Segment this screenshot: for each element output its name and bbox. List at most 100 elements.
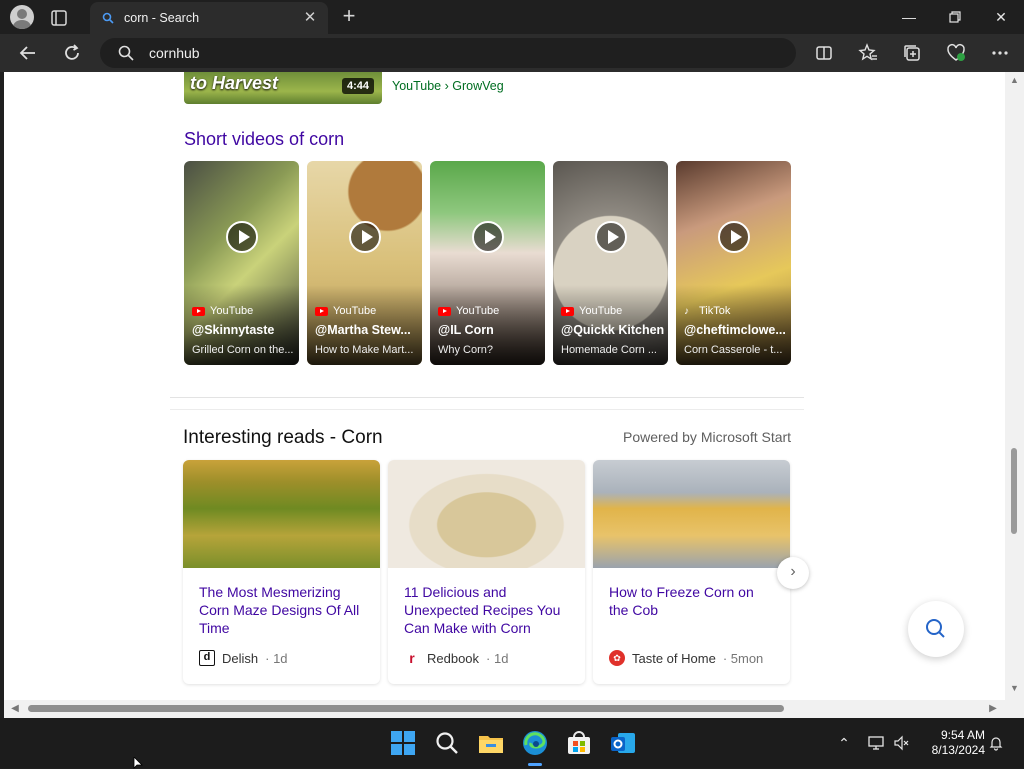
carousel-next-chevron-icon[interactable]: › (777, 557, 809, 589)
play-icon[interactable] (349, 221, 381, 253)
clock-time: 9:54 AM (940, 728, 985, 742)
address-text[interactable]: cornhub (149, 45, 200, 61)
youtube-icon (192, 306, 205, 316)
article-card[interactable]: 11 Delicious and Unexpected Recipes You … (388, 460, 585, 684)
play-icon[interactable] (472, 221, 504, 253)
horizontal-scroll-thumb[interactable] (28, 705, 784, 712)
file-explorer-icon[interactable] (477, 729, 505, 757)
edge-browser-icon[interactable] (521, 729, 549, 757)
short-video-card[interactable]: YouTube @Skinnytaste Grilled Corn on the… (184, 161, 299, 365)
video-handle: @Quickk Kitchen (561, 323, 665, 337)
video-description: Corn Casserole - t... (684, 344, 783, 356)
article-title[interactable]: The Most Mesmerizing Corn Maze Designs O… (199, 583, 367, 637)
video-caption: to Harvest (190, 73, 279, 93)
scroll-up-arrow-icon[interactable]: ▲ (1010, 76, 1019, 85)
powered-by-label[interactable]: Powered by Microsoft Start (623, 429, 791, 445)
video-description: Grilled Corn on the... (192, 344, 294, 356)
publisher-name: Redbook (427, 650, 480, 666)
bing-search-icon (102, 12, 114, 24)
video-source: TikTok (699, 305, 731, 317)
windows-start-icon[interactable] (389, 729, 417, 757)
interesting-reads-heading: Interesting reads - Corn (183, 427, 383, 448)
article-card[interactable]: The Most Mesmerizing Corn Maze Designs O… (183, 460, 380, 684)
search-fab-button[interactable] (908, 601, 964, 657)
horizontal-scrollbar[interactable]: ◀ ▶ (4, 700, 1005, 718)
browser-tab[interactable]: corn - Search ✕ (90, 2, 328, 34)
search-icon (118, 45, 134, 61)
video-description: Why Corn? (438, 344, 494, 356)
system-clock[interactable]: 9:54 AM 8/13/2024 (915, 728, 985, 758)
video-handle: @Skinnytaste (192, 323, 275, 337)
refresh-icon[interactable] (61, 42, 83, 64)
new-tab-icon[interactable]: + (338, 5, 360, 27)
scroll-down-arrow-icon[interactable]: ▼ (1010, 684, 1019, 693)
video-source: YouTube (210, 305, 254, 317)
tiktok-icon: ♪ (684, 305, 689, 317)
short-video-card[interactable]: YouTube @IL Corn Why Corn? (430, 161, 545, 365)
article-image (593, 460, 790, 568)
volume-muted-icon[interactable] (893, 735, 909, 751)
article-age: · 5mon (722, 650, 764, 666)
video-duration: 4:44 (341, 78, 374, 94)
video-description: Homemade Corn ... (561, 344, 657, 356)
search-icon (926, 619, 945, 638)
video-source: YouTube (579, 305, 623, 317)
tab-close-icon[interactable]: ✕ (302, 10, 318, 26)
browser-essentials-icon[interactable] (946, 43, 966, 63)
split-screen-icon[interactable] (814, 43, 834, 63)
taste-of-home-logo-icon: ✿ (609, 650, 625, 666)
video-thumbnail[interactable]: to Harvest 4:44 (184, 72, 382, 104)
vertical-scroll-thumb[interactable] (1011, 448, 1017, 534)
play-icon[interactable] (226, 221, 258, 253)
back-arrow-icon[interactable] (17, 42, 39, 64)
article-age: · 1d (265, 650, 288, 666)
page-content: to Harvest 4:44 YouTube › GrowVeg Short … (4, 72, 1005, 700)
taskbar: ⌃ 9:54 AM 8/13/2024 (0, 718, 1024, 768)
video-handle: @IL Corn (438, 323, 494, 337)
restore-icon[interactable] (932, 0, 978, 34)
article-image (183, 460, 380, 568)
video-description: How to Make Mart... (315, 344, 414, 356)
search-icon[interactable] (433, 729, 461, 757)
section-divider (170, 397, 804, 398)
short-videos-heading[interactable]: Short videos of corn (184, 129, 344, 150)
video-handle: @Martha Stew... (315, 323, 411, 337)
mouse-cursor-icon (133, 757, 143, 769)
collections-icon[interactable] (902, 43, 922, 63)
minimize-icon[interactable]: — (886, 0, 932, 34)
video-source: YouTube (456, 305, 500, 317)
address-bar[interactable]: cornhub (100, 38, 796, 68)
vertical-scrollbar[interactable]: ▲ ▼ (1005, 72, 1024, 700)
notifications-bell-icon[interactable] (988, 735, 1004, 751)
profile-avatar[interactable] (10, 5, 34, 29)
scroll-right-arrow-icon[interactable]: ▶ (988, 704, 998, 714)
outlook-icon[interactable] (609, 729, 637, 757)
youtube-icon (438, 306, 451, 316)
play-icon[interactable] (718, 221, 750, 253)
more-options-icon[interactable] (990, 43, 1010, 63)
favorites-icon[interactable] (858, 43, 878, 63)
publisher-name: Delish (222, 650, 259, 666)
article-card[interactable]: How to Freeze Corn on the Cob ✿ Taste of… (593, 460, 790, 684)
clock-date: 8/13/2024 (931, 743, 985, 757)
active-app-indicator (528, 763, 542, 766)
microsoft-store-icon[interactable] (565, 729, 593, 757)
network-icon[interactable] (868, 735, 884, 751)
article-image (388, 460, 585, 568)
redbook-logo-icon: r (409, 650, 415, 666)
youtube-icon (561, 306, 574, 316)
play-icon[interactable] (595, 221, 627, 253)
close-window-icon[interactable]: ✕ (978, 0, 1024, 34)
short-video-card[interactable]: ♪ TikTok @cheftimclowe... Corn Casserole … (676, 161, 791, 365)
short-video-card[interactable]: YouTube @Quickk Kitchen Homemade Corn ..… (553, 161, 668, 365)
tab-title: corn - Search (124, 11, 200, 25)
address-toolbar: cornhub (0, 34, 1024, 72)
scroll-left-arrow-icon[interactable]: ◀ (10, 704, 20, 714)
short-video-card[interactable]: YouTube @Martha Stew... How to Make Mart… (307, 161, 422, 365)
show-hidden-icons-chevron-up-icon[interactable]: ⌃ (836, 735, 852, 751)
tab-actions-icon[interactable] (48, 7, 70, 29)
article-title[interactable]: 11 Delicious and Unexpected Recipes You … (404, 583, 572, 637)
section-divider (170, 409, 804, 410)
video-source-link[interactable]: YouTube › GrowVeg (392, 79, 504, 93)
article-title[interactable]: How to Freeze Corn on the Cob (609, 583, 777, 619)
